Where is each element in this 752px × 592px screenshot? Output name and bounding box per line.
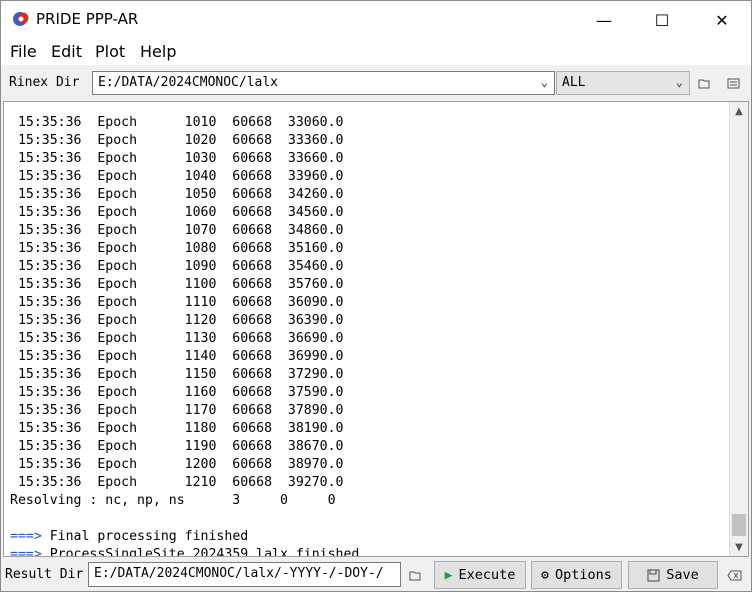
log-epoch-row: 15:35:36 Epoch 1130 60668 36690.0	[10, 331, 344, 346]
menu-plot[interactable]: Plot	[95, 42, 125, 61]
scroll-thumb[interactable]	[732, 514, 746, 536]
scroll-up-icon[interactable]: ▲	[730, 102, 748, 120]
bottom-bar: Result Dir E:/DATA/2024CMONOC/lalx/-YYYY…	[1, 559, 751, 591]
log-epoch-row: 15:35:36 Epoch 1180 60668 38190.0	[10, 421, 344, 436]
maximize-button[interactable]: ☐	[633, 1, 691, 39]
menu-edit[interactable]: Edit	[51, 42, 82, 61]
log-epoch-row: 15:35:36 Epoch 1050 60668 34260.0	[10, 187, 344, 202]
message-text: ProcessSingleSite 2024359 lalx finished	[41, 547, 360, 557]
log-output[interactable]: 15:35:36 Epoch 1010 60668 33060.0 15:35:…	[3, 101, 749, 557]
save-button[interactable]: Save	[628, 561, 718, 589]
log-message-row: ===> ProcessSingleSite 2024359 lalx fini…	[10, 546, 360, 557]
folder-open-icon	[698, 79, 709, 88]
result-dir-label: Result Dir	[5, 567, 84, 582]
log-blank-row	[10, 510, 359, 528]
scroll-down-icon[interactable]: ▼	[730, 538, 748, 556]
log-epoch-row: 15:35:36 Epoch 1170 60668 37890.0	[10, 403, 344, 418]
log-epoch-row: 15:35:36 Epoch 1040 60668 33960.0	[10, 169, 344, 184]
log-epoch-row: 15:35:36 Epoch 1160 60668 37590.0	[10, 385, 344, 400]
log-epoch-row: 15:35:36 Epoch 1120 60668 36390.0	[10, 313, 344, 328]
title-bar[interactable]: PRIDE PPP-AR — ☐ ✕	[1, 1, 751, 39]
window-title: PRIDE PPP-AR	[36, 10, 139, 28]
minimize-icon: —	[596, 10, 612, 30]
menu-file[interactable]: File	[10, 42, 37, 61]
log-epoch-row: 15:35:36 Epoch 1210 60668 39270.0	[10, 475, 344, 490]
play-icon: ▶	[444, 567, 453, 583]
log-resolving-row: Resolving : nc, np, ns 3 0 0	[10, 493, 336, 508]
chevron-down-icon: ⌄	[540, 75, 548, 89]
close-icon: ✕	[715, 10, 729, 30]
log-message-row: ===> Final processing finished	[10, 528, 359, 546]
log-epoch-row: 15:35:36 Epoch 1150 60668 37290.0	[10, 367, 344, 382]
log-epoch-row: 15:35:36 Epoch 1020 60668 33360.0	[10, 133, 344, 148]
station-filter-value: ALL	[562, 75, 586, 90]
app-logo-icon	[13, 12, 29, 26]
floppy-disk-icon	[647, 569, 660, 581]
site-list-button[interactable]	[722, 72, 744, 94]
gear-icon: ⚙	[541, 567, 549, 583]
options-label: Options	[554, 567, 612, 583]
station-filter-combo[interactable]: ALL ⌄	[556, 71, 690, 95]
clear-log-button[interactable]	[723, 564, 745, 586]
app-window: PRIDE PPP-AR — ☐ ✕ File Edit Plot Help R…	[0, 0, 752, 592]
options-button[interactable]: ⚙ Options	[531, 561, 622, 589]
log-epoch-row: 15:35:36 Epoch 1110 60668 36090.0	[10, 295, 344, 310]
vertical-scrollbar[interactable]: ▲ ▼	[729, 102, 748, 556]
result-dir-input[interactable]: E:/DATA/2024CMONOC/lalx/-YYYY-/-DOY-/	[88, 562, 401, 587]
execute-label: Execute	[458, 567, 516, 583]
minimize-button[interactable]: —	[575, 1, 633, 39]
maximize-icon: ☐	[654, 10, 670, 30]
log-epoch-row: 15:35:36 Epoch 1010 60668 33060.0	[10, 115, 344, 130]
rinex-dir-combo[interactable]: E:/DATA/2024CMONOC/lalx ⌄	[92, 71, 555, 95]
rinex-dir-label: Rinex Dir	[9, 75, 80, 90]
menu-help[interactable]: Help	[140, 42, 176, 61]
log-epoch-row: 15:35:36 Epoch 1090 60668 35460.0	[10, 259, 344, 274]
log-epoch-row: 15:35:36 Epoch 1060 60668 34560.0	[10, 205, 344, 220]
toolbar: Rinex Dir E:/DATA/2024CMONOC/lalx ⌄ ALL …	[1, 67, 751, 99]
log-epoch-row: 15:35:36 Epoch 1100 60668 35760.0	[10, 277, 344, 292]
log-epoch-row: 15:35:36 Epoch 1200 60668 38970.0	[10, 457, 344, 472]
eraser-icon	[726, 570, 741, 580]
prompt-arrow: ===>	[10, 529, 42, 544]
log-lines: 15:35:36 Epoch 1010 60668 33060.0 15:35:…	[10, 102, 360, 557]
log-epoch-row: 15:35:36 Epoch 1140 60668 36990.0	[10, 349, 344, 364]
log-epoch-row: 15:35:36 Epoch 1030 60668 33660.0	[10, 151, 344, 166]
result-dir-value: E:/DATA/2024CMONOC/lalx/-YYYY-/-DOY-/	[94, 566, 384, 581]
close-button[interactable]: ✕	[693, 1, 751, 39]
result-browse-button[interactable]	[404, 564, 426, 586]
prompt-arrow: ===>	[10, 547, 42, 557]
message-text: Final processing finished	[41, 529, 249, 544]
folder-open-icon	[409, 571, 420, 580]
execute-button[interactable]: ▶ Execute	[434, 561, 526, 589]
log-epoch-row: 15:35:36 Epoch 1080 60668 35160.0	[10, 241, 344, 256]
log-line-cut	[10, 102, 359, 114]
rinex-dir-value: E:/DATA/2024CMONOC/lalx	[98, 75, 279, 90]
save-label: Save	[666, 567, 699, 583]
browse-folder-button[interactable]	[693, 72, 715, 94]
menu-bar: File Edit Plot Help	[1, 39, 751, 65]
log-epoch-row: 15:35:36 Epoch 1070 60668 34860.0	[10, 223, 344, 238]
list-icon	[727, 78, 739, 88]
log-epoch-row: 15:35:36 Epoch 1190 60668 38670.0	[10, 439, 344, 454]
chevron-down-icon: ⌄	[675, 75, 683, 89]
